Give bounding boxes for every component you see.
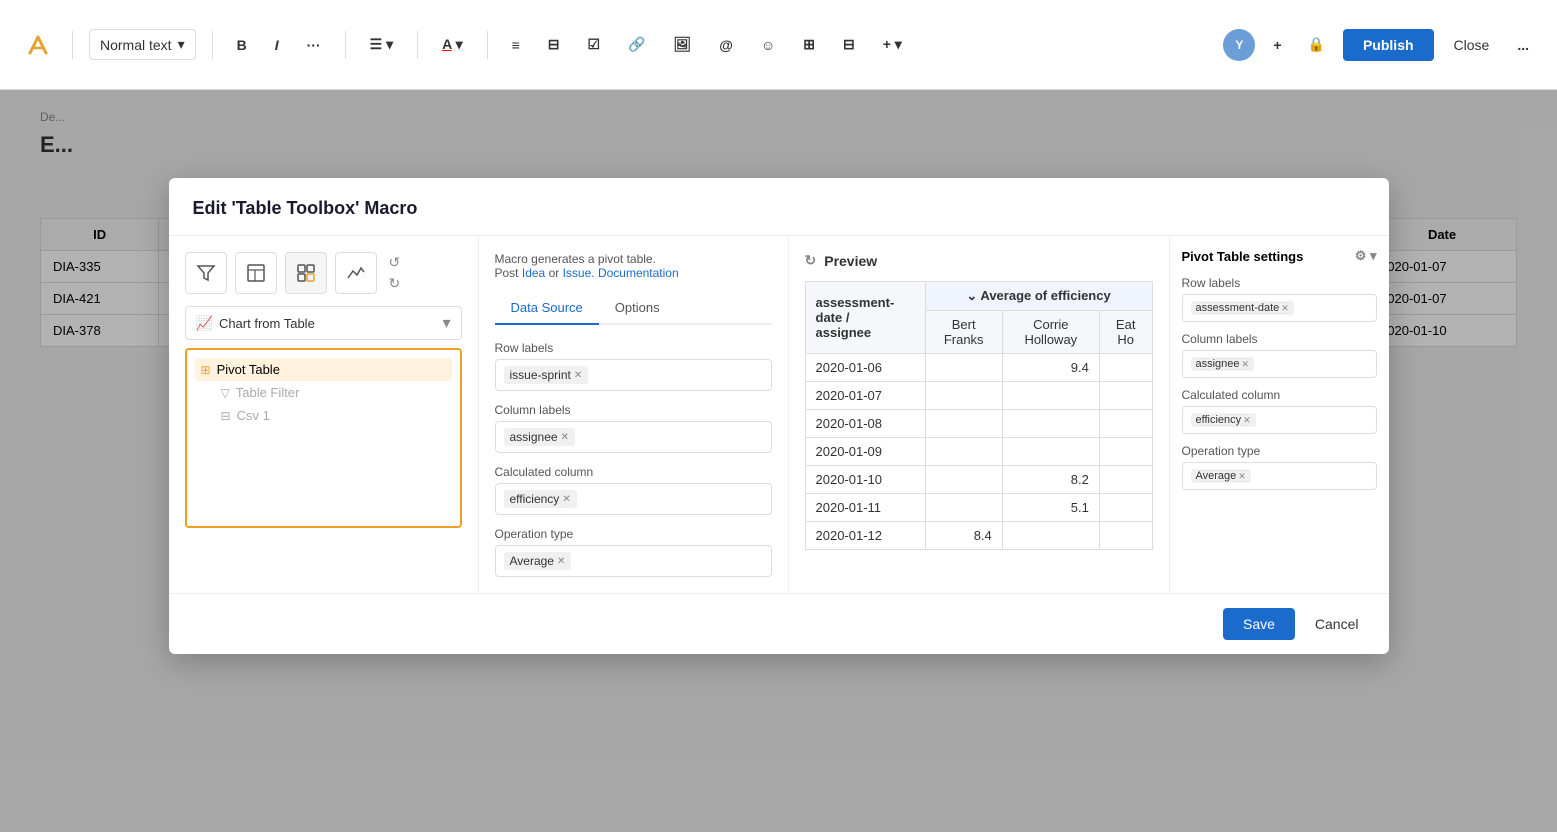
row-labels-tag-issue-sprint: issue-sprint ✕ — [504, 366, 589, 384]
modal-footer: Save Cancel — [169, 593, 1389, 654]
ps-calculated-column-input[interactable]: efficiency ✕ — [1182, 406, 1377, 434]
column-labels-label: Column labels — [495, 403, 772, 417]
tree-item-table-filter[interactable]: ▽ Table Filter — [215, 381, 452, 404]
column-labels-tag-close[interactable]: ✕ — [561, 432, 569, 443]
preview-table-row: 2020-01-12 8.4 — [805, 522, 1152, 550]
preview-header: ↻ Preview — [805, 252, 1153, 269]
preview-table-row: 2020-01-06 9.4 — [805, 354, 1152, 382]
tree-item-csv[interactable]: ⊟ Csv 1 — [215, 404, 452, 427]
ps-column-labels-input[interactable]: assignee ✕ — [1182, 350, 1377, 378]
row-labels-tag-close[interactable]: ✕ — [574, 370, 582, 381]
documentation-link[interactable]: Documentation — [598, 266, 679, 280]
preview-label: Preview — [824, 253, 877, 269]
row-labels-label: Row labels — [495, 341, 772, 355]
modal-header: Edit 'Table Toolbox' Macro — [169, 178, 1389, 236]
ps-calculated-column-tag: efficiency ✕ — [1191, 413, 1256, 427]
preview-avg-header: ⌄ Average of efficiency — [925, 282, 1152, 311]
operation-type-tag-close[interactable]: ✕ — [557, 556, 565, 567]
tab-row: Data Source Options — [495, 292, 772, 325]
preview-table-row: 2020-01-08 — [805, 410, 1152, 438]
save-button[interactable]: Save — [1223, 608, 1295, 640]
calculated-column-tag-efficiency: efficiency ✕ — [504, 490, 577, 508]
datasource-arrow-icon: ▾ — [442, 313, 450, 333]
filter-icon-btn[interactable] — [185, 252, 227, 294]
tree-pivot-label: Pivot Table — [217, 362, 280, 377]
cancel-button[interactable]: Cancel — [1305, 608, 1369, 640]
preview-table-row: 2020-01-11 5.1 — [805, 494, 1152, 522]
preview-table-row: 2020-01-10 8.2 — [805, 466, 1152, 494]
modal-body: ↺ ↻ 📈 Chart from Table ▾ ⊞ Pivot Table — [169, 236, 1389, 593]
idea-link[interactable]: Idea — [522, 266, 545, 280]
table-macro-icon — [246, 263, 266, 283]
operation-type-label: Operation type — [495, 527, 772, 541]
ps-operation-type-input[interactable]: Average ✕ — [1182, 462, 1377, 490]
refresh-icon[interactable]: ↻ — [805, 252, 817, 269]
preview-table-row: 2020-01-09 — [805, 438, 1152, 466]
left-panel: ↺ ↻ 📈 Chart from Table ▾ ⊞ Pivot Table — [169, 236, 479, 593]
edit-macro-modal: Edit 'Table Toolbox' Macro — [169, 178, 1389, 654]
preview-table: assessment-date /assignee ⌄ Average of e… — [805, 281, 1153, 550]
filter-icon — [196, 263, 216, 283]
help-text: Macro generates a pivot table. Post Idea… — [495, 252, 772, 280]
preview-subheader-bert: Bert Franks — [925, 311, 1002, 354]
ps-row-labels-label: Row labels — [1182, 276, 1377, 290]
ps-column-labels-tag-close[interactable]: ✕ — [1242, 359, 1250, 370]
tree-filter-label: Table Filter — [236, 385, 300, 400]
tree-csv-label: Csv 1 — [237, 408, 270, 423]
pivot-icon — [296, 263, 316, 283]
tree-sub-items: ▽ Table Filter ⊟ Csv 1 — [195, 381, 452, 427]
chart-icon — [346, 263, 366, 283]
ps-row-labels-tag-close[interactable]: ✕ — [1281, 303, 1289, 314]
macro-icon-row: ↺ ↻ — [185, 252, 462, 294]
ps-calc-tag-close[interactable]: ✕ — [1243, 415, 1251, 426]
ps-row-labels-input[interactable]: assessment-date ✕ — [1182, 294, 1377, 322]
preview-table-row: 2020-01-07 — [805, 382, 1152, 410]
preview-col1-header: assessment-date /assignee — [805, 282, 925, 354]
ps-row-labels-tag: assessment-date ✕ — [1191, 301, 1294, 315]
redo-button[interactable]: ↻ — [385, 274, 405, 293]
tree-container: ⊞ Pivot Table ▽ Table Filter ⊟ Csv 1 — [185, 348, 462, 528]
ps-calculated-column-label: Calculated column — [1182, 388, 1377, 402]
preview-subheader-corrie: Corrie Holloway — [1002, 311, 1099, 354]
column-labels-tag-assignee: assignee ✕ — [504, 428, 575, 446]
operation-type-tag-average: Average ✕ — [504, 552, 572, 570]
tree-item-pivot-table[interactable]: ⊞ Pivot Table — [195, 358, 452, 381]
pivot-table-icon: ⊞ — [201, 363, 211, 377]
datasource-label: Chart from Table — [219, 316, 443, 331]
calculated-column-label: Calculated column — [495, 465, 772, 479]
chart-icon-btn[interactable] — [335, 252, 377, 294]
csv-tree-icon: ⊟ — [221, 409, 231, 423]
modal-backdrop: Edit 'Table Toolbox' Macro — [0, 0, 1557, 832]
pivot-settings-panel: Pivot Table settings ⚙ ▾ Row labels asse… — [1169, 236, 1389, 593]
tab-data-source[interactable]: Data Source — [495, 292, 599, 325]
calculated-column-input[interactable]: efficiency ✕ — [495, 483, 772, 515]
undo-button[interactable]: ↺ — [385, 253, 405, 272]
datasource-dropdown[interactable]: 📈 Chart from Table ▾ — [185, 306, 462, 340]
middle-panel: Macro generates a pivot table. Post Idea… — [479, 236, 789, 593]
pivot-icon-btn[interactable] — [285, 252, 327, 294]
settings-gear-icon[interactable]: ⚙ ▾ — [1355, 248, 1377, 264]
ps-column-labels-label: Column labels — [1182, 332, 1377, 346]
datasource-icon: 📈 — [196, 315, 213, 332]
filter-tree-icon: ▽ — [221, 386, 230, 400]
row-labels-input[interactable]: issue-sprint ✕ — [495, 359, 772, 391]
ps-column-labels-tag: assignee ✕ — [1191, 357, 1255, 371]
ps-operation-type-label: Operation type — [1182, 444, 1377, 458]
column-labels-input[interactable]: assignee ✕ — [495, 421, 772, 453]
pivot-settings-title: Pivot Table settings — [1182, 249, 1304, 264]
table-macro-icon-btn[interactable] — [235, 252, 277, 294]
undo-redo-group: ↺ ↻ — [385, 253, 405, 293]
preview-subheader-eat: Eat Ho — [1099, 311, 1152, 354]
ps-operation-type-tag: Average ✕ — [1191, 469, 1251, 483]
operation-type-input[interactable]: Average ✕ — [495, 545, 772, 577]
ps-operation-tag-close[interactable]: ✕ — [1238, 471, 1246, 482]
modal-title: Edit 'Table Toolbox' Macro — [193, 198, 418, 218]
issue-link[interactable]: Issue. — [563, 266, 595, 280]
tab-options[interactable]: Options — [599, 292, 676, 325]
pivot-settings-header: Pivot Table settings ⚙ ▾ — [1182, 248, 1377, 264]
calculated-column-tag-close[interactable]: ✕ — [562, 494, 570, 505]
preview-panel: ↻ Preview assessment-date /assignee ⌄ Av… — [789, 236, 1169, 593]
